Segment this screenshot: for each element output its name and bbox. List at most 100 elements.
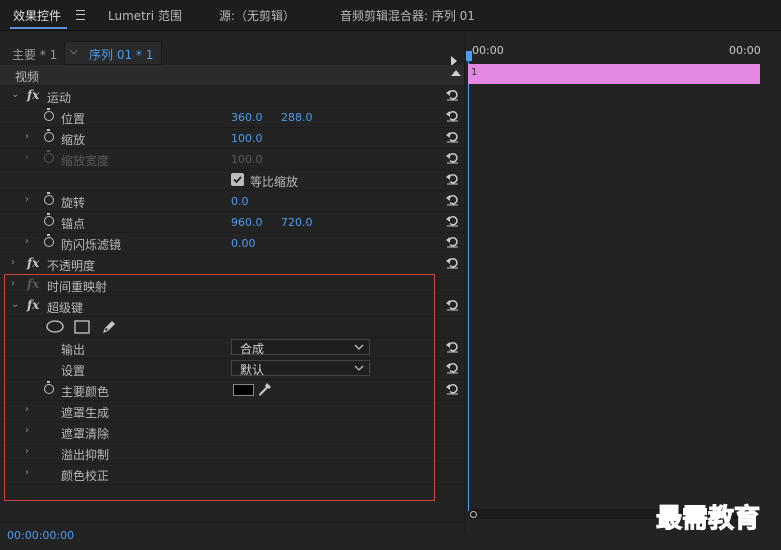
effect-row-opacity[interactable]: › fx 不透明度 (0, 254, 464, 275)
collapsed-chevron-icon[interactable]: › (25, 236, 29, 247)
property-row-key-color[interactable]: 主要颜色 (0, 380, 464, 401)
property-row-position[interactable]: 位置 360.0 288.0 (0, 107, 464, 128)
timeline-start-time: 00:00 (472, 44, 504, 57)
stopwatch-icon[interactable] (44, 381, 54, 394)
reset-icon[interactable] (446, 193, 459, 206)
timeline-clip[interactable]: 1 (468, 64, 760, 84)
anti-flicker-value[interactable]: 0.00 (231, 237, 256, 250)
sequence-clip-tab[interactable]: ⌵ 序列 01 * 1 (64, 41, 162, 65)
group-row-spill-suppression[interactable]: › 溢出抑制 (0, 443, 464, 464)
group-label: 遮罩清除 (61, 427, 110, 441)
uniform-scale-label: 等比缩放 (250, 175, 299, 189)
setting-selected-value: 默认 (240, 363, 265, 377)
reset-icon[interactable] (446, 340, 459, 353)
scale-width-value: 100.0 (231, 153, 263, 166)
collapsed-chevron-icon[interactable]: › (25, 467, 29, 478)
effect-row-ultra-key[interactable]: ⌄ fx 超级键 (0, 296, 464, 317)
expanded-chevron-icon[interactable]: ⌄ (11, 299, 19, 310)
group-row-color-correction[interactable]: › 颜色校正 (0, 464, 464, 485)
stopwatch-icon[interactable] (44, 234, 54, 247)
output-dropdown[interactable]: 合成 (231, 339, 370, 356)
stopwatch-icon[interactable] (44, 192, 54, 205)
property-row-scale[interactable]: › 缩放 100.0 (0, 128, 464, 149)
reset-icon[interactable] (446, 88, 459, 101)
tab-effect-controls[interactable]: 效果控件 (13, 7, 61, 24)
collapsed-chevron-icon[interactable]: › (25, 446, 29, 457)
fx-badge-icon[interactable]: fx (27, 298, 39, 312)
effect-row-time-remapping[interactable]: › fx 时间重映射 (0, 275, 464, 296)
tab-audio-clip-mixer[interactable]: 音频剪辑混合器: 序列 01 (340, 7, 475, 24)
collapsed-chevron-icon[interactable]: › (25, 131, 29, 142)
reset-icon[interactable] (446, 235, 459, 248)
tab-lumetri-scopes[interactable]: Lumetri 范围 (108, 7, 182, 24)
collapse-up-icon[interactable] (451, 70, 461, 76)
collapsed-chevron-icon[interactable]: › (25, 425, 29, 436)
collapsed-chevron-icon[interactable]: › (25, 404, 29, 415)
property-row-uniform-scale: 等比缩放 (0, 170, 464, 191)
property-label: 缩放宽度 (61, 154, 110, 168)
effect-label: 不透明度 (47, 259, 96, 273)
position-x-value[interactable]: 360.0 (231, 111, 263, 124)
effect-controls-panel: 主要 * 1 ⌵ 序列 01 * 1 视频 ⌄ fx 运动 位置 360.0 2… (0, 31, 781, 549)
sequence-clip-label: 序列 01 * 1 (89, 48, 154, 62)
collapsed-chevron-icon[interactable]: › (11, 257, 15, 268)
property-row-output[interactable]: 输出 合成 (0, 338, 464, 359)
chevron-down-icon: ⌵ (70, 46, 78, 57)
group-row-matte-cleanup[interactable]: › 遮罩清除 (0, 422, 464, 443)
stopwatch-icon (44, 150, 54, 163)
stopwatch-icon[interactable] (44, 108, 54, 121)
checkmark-icon (233, 176, 242, 184)
clip-selector-bar: 主要 * 1 ⌵ 序列 01 * 1 (0, 41, 464, 66)
property-row-rotation[interactable]: › 旋转 0.0 (0, 191, 464, 212)
effect-list: 主要 * 1 ⌵ 序列 01 * 1 视频 ⌄ fx 运动 位置 360.0 2… (0, 31, 464, 549)
video-section-label: 视频 (15, 70, 40, 84)
uniform-scale-checkbox[interactable] (231, 173, 244, 186)
property-row-scale-width: › 缩放宽度 100.0 (0, 149, 464, 170)
expanded-chevron-icon[interactable]: ⌄ (11, 89, 19, 100)
fx-badge-icon[interactable]: fx (27, 256, 39, 270)
reset-icon[interactable] (446, 151, 459, 164)
stopwatch-icon[interactable] (44, 129, 54, 142)
ellipse-mask-icon[interactable] (46, 320, 64, 333)
master-clip-label[interactable]: 主要 * 1 (12, 46, 57, 63)
scale-value[interactable]: 100.0 (231, 132, 263, 145)
property-row-setting[interactable]: 设置 默认 (0, 359, 464, 380)
panel-divider[interactable] (464, 31, 465, 531)
position-y-value[interactable]: 288.0 (281, 111, 313, 124)
group-row-matte-generation[interactable]: › 遮罩生成 (0, 401, 464, 422)
reset-icon[interactable] (446, 214, 459, 227)
eyedropper-icon[interactable] (258, 382, 272, 398)
stopwatch-icon[interactable] (44, 213, 54, 226)
property-row-anti-flicker[interactable]: › 防闪烁滤镜 0.00 (0, 233, 464, 254)
zoom-handle-icon[interactable] (470, 511, 477, 518)
pen-mask-icon[interactable] (101, 319, 117, 335)
chevron-down-icon (354, 365, 364, 371)
reset-icon[interactable] (446, 382, 459, 395)
anchor-y-value[interactable]: 720.0 (281, 216, 313, 229)
panel-menu-icon[interactable] (76, 10, 85, 20)
tab-source[interactable]: 源:（无剪辑） (219, 7, 295, 24)
reset-icon[interactable] (446, 130, 459, 143)
current-timecode[interactable]: 00:00:00:00 (7, 529, 74, 542)
property-row-anchor-point[interactable]: 锚点 960.0 720.0 (0, 212, 464, 233)
effect-label: 运动 (47, 91, 72, 105)
effect-row-motion[interactable]: ⌄ fx 运动 (0, 86, 464, 107)
reset-icon[interactable] (446, 361, 459, 374)
setting-dropdown[interactable]: 默认 (231, 360, 370, 377)
property-label: 锚点 (61, 217, 86, 231)
key-color-swatch[interactable] (233, 384, 254, 396)
reset-icon[interactable] (446, 172, 459, 185)
rotation-value[interactable]: 0.0 (231, 195, 249, 208)
rectangle-mask-icon[interactable] (74, 320, 90, 334)
property-label: 设置 (61, 364, 86, 378)
fx-badge-icon[interactable]: fx (27, 88, 39, 102)
reset-icon[interactable] (446, 109, 459, 122)
playhead-handle-icon[interactable] (466, 51, 472, 61)
anchor-x-value[interactable]: 960.0 (231, 216, 263, 229)
collapsed-chevron-icon[interactable]: › (11, 278, 15, 289)
fx-badge-icon: fx (27, 277, 40, 291)
reset-icon[interactable] (446, 256, 459, 269)
reset-icon[interactable] (446, 298, 459, 311)
playhead-line (468, 61, 469, 511)
collapsed-chevron-icon[interactable]: › (25, 194, 29, 205)
